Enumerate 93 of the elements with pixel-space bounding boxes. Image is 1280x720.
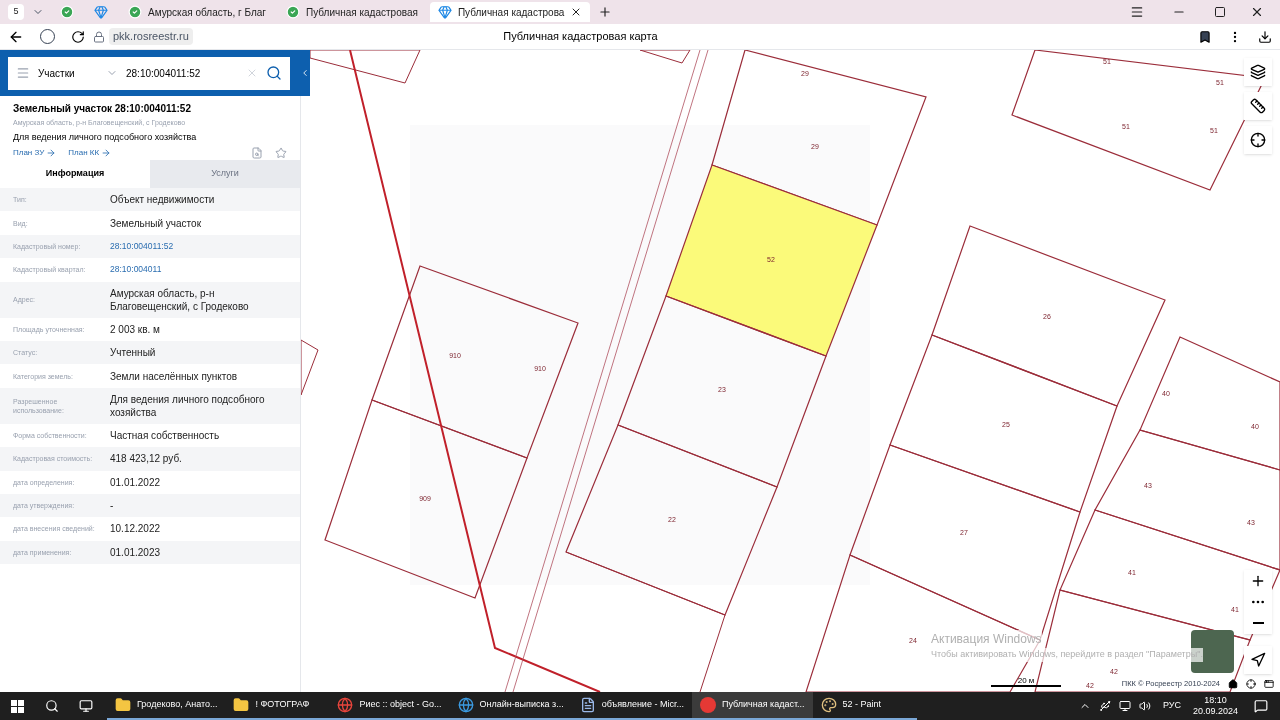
object-title: Земельный участок 28:10:004011:52 <box>13 102 192 116</box>
download-icon[interactable] <box>1258 29 1272 44</box>
taskbar-item[interactable]: ! ФОТОГРАФ <box>225 692 330 720</box>
chevron-left-icon <box>300 67 310 79</box>
compass-icon <box>1250 652 1266 668</box>
field-value: Для ведения личного подсобного хозяйства <box>110 392 266 419</box>
network-icon[interactable] <box>1118 700 1131 712</box>
browser-tab[interactable]: Амурская область, г Благ <box>120 2 274 22</box>
minus-icon <box>1252 622 1264 624</box>
parcel[interactable] <box>1139 336 1280 471</box>
page-title: Публичная кадастровая карта <box>502 29 659 45</box>
field-value: Земли населённых пунктов <box>110 369 239 383</box>
check-icon <box>128 5 142 19</box>
taskbar-item[interactable]: 52 - Paint <box>812 692 917 720</box>
menu-icon[interactable] <box>1130 5 1144 19</box>
crosshair-button[interactable] <box>1244 126 1272 154</box>
search-icon[interactable] <box>266 65 282 81</box>
taskbar-item[interactable]: объявление - Micr... <box>571 692 692 720</box>
parcel[interactable] <box>1059 509 1280 641</box>
parcel[interactable] <box>665 164 878 357</box>
scale-bar <box>991 685 1061 687</box>
info-tab[interactable]: Услуги <box>150 160 300 188</box>
field-value[interactable]: 28:10:004011 <box>110 263 287 277</box>
search-value[interactable]: 28:10:004011:52 <box>126 65 238 81</box>
crosshair-icon[interactable] <box>1246 678 1256 689</box>
parcel[interactable] <box>1094 429 1280 571</box>
check-icon <box>285 5 300 19</box>
folder-icon <box>115 697 131 713</box>
lock-icon <box>93 30 105 43</box>
scale-label: 20 м <box>1017 676 1035 685</box>
plus-icon <box>1250 573 1266 589</box>
bookmark-icon[interactable] <box>1198 29 1212 44</box>
field-value: Земельный участок <box>110 216 202 230</box>
check-icon <box>60 5 74 19</box>
parcel-outline <box>301 339 319 396</box>
field-value: 418 423,12 руб. <box>110 452 183 466</box>
home-icon[interactable] <box>1228 678 1238 689</box>
site-icon <box>94 5 108 19</box>
volume-icon[interactable] <box>1138 700 1151 712</box>
clock[interactable]: 18:10 20.09.2024 <box>1192 695 1238 717</box>
browser-tab[interactable]: Публичная кадастровая <box>277 2 426 22</box>
plan-link[interactable]: План ЗУ <box>13 147 57 159</box>
task-view-icon[interactable] <box>79 699 93 713</box>
reload-icon[interactable] <box>71 29 85 44</box>
restore-icon[interactable] <box>1214 6 1226 18</box>
field-value: - <box>110 499 115 513</box>
usb-icon[interactable] <box>1098 700 1111 712</box>
taskbar-item[interactable]: Гродеково, Анато... <box>107 692 226 720</box>
parcel[interactable] <box>889 334 1118 513</box>
notifications-icon[interactable] <box>1254 699 1268 713</box>
field-value: 10.12.2022 <box>110 522 162 536</box>
parcel[interactable] <box>617 295 827 488</box>
taskbar-item[interactable]: Риес :: object - Go... <box>329 692 450 720</box>
parcel[interactable] <box>371 265 579 459</box>
arrow-right-icon <box>46 148 57 158</box>
tab-count[interactable]: 5 <box>8 4 24 20</box>
field-value: 01.01.2022 <box>110 475 162 489</box>
star-icon[interactable] <box>275 147 287 159</box>
field-value[interactable]: 28:10:004011:52 <box>110 239 287 253</box>
browser-tab[interactable]: Публичная кадастрова <box>429 2 591 22</box>
field-value: Объект недвижимости <box>110 193 216 207</box>
plan-link[interactable]: План КК <box>68 147 112 159</box>
site-icon <box>437 5 452 19</box>
object-purpose: Для ведения личного подсобного хозяйства <box>13 130 198 144</box>
field-value: 01.01.2023 <box>110 545 162 559</box>
layers-icon <box>1250 64 1266 80</box>
palette-icon <box>820 697 837 713</box>
arrow-right-icon <box>101 148 112 158</box>
windows-icon[interactable] <box>11 699 24 713</box>
ruler-button[interactable] <box>1244 92 1272 120</box>
field-value: Амурская область, р-н Благовещенский, с Гродеково <box>110 286 250 313</box>
window-icon[interactable] <box>1264 678 1274 689</box>
language-indicator[interactable]: РУС <box>1162 699 1181 713</box>
parcel[interactable] <box>565 424 778 616</box>
compass-button[interactable] <box>1244 646 1272 674</box>
taskbar-item[interactable]: Онлайн-выписка з... <box>449 692 572 720</box>
new-tab-icon[interactable] <box>598 5 613 19</box>
folder-icon <box>233 697 250 713</box>
field-value: Частная собственность <box>110 428 221 442</box>
field-value: Учтенный <box>110 346 157 360</box>
field-value: 2 003 кв. м <box>110 322 161 336</box>
parcel[interactable] <box>324 399 528 599</box>
layers-button[interactable] <box>1244 58 1272 86</box>
crosshair-icon <box>1250 132 1266 148</box>
parcel-outline <box>639 50 691 64</box>
category-select[interactable]: Участки <box>38 65 118 81</box>
activation-title: Активация Windows <box>931 630 1042 648</box>
search-icon[interactable] <box>45 699 59 713</box>
search-field[interactable]: Участки 28:10:004011:52 <box>8 56 290 90</box>
ruler-icon <box>1250 98 1266 114</box>
taskbar-item[interactable]: Публичная кадаст... <box>691 692 813 720</box>
document-icon <box>579 697 596 713</box>
close-icon[interactable] <box>1250 5 1264 19</box>
